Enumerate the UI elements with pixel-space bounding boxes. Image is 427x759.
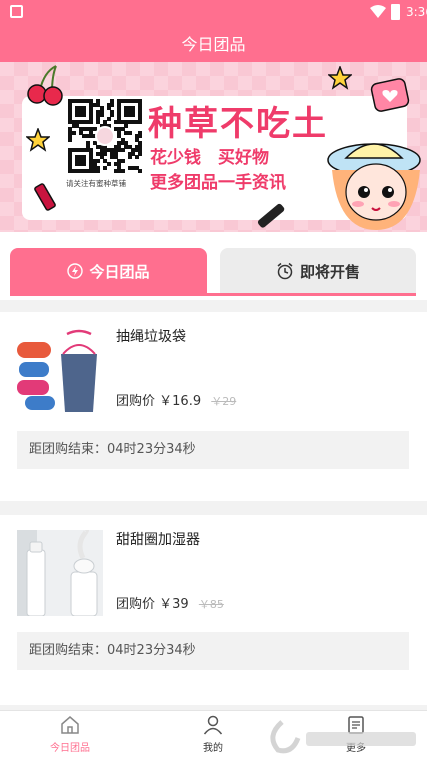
page-title: 今日团品	[181, 35, 246, 54]
product-name[interactable]: 甜甜圈加湿器	[116, 529, 200, 549]
alarm-clock-icon	[277, 262, 293, 280]
tab-today-label: 今日团品	[89, 262, 150, 281]
qr-module	[82, 113, 87, 118]
battery-icon	[391, 4, 400, 20]
product-card[interactable]: 甜甜圈加湿器 团购价 ￥39 ￥85 距团购结束：04时23分34秒	[0, 515, 427, 705]
wifi-icon	[370, 5, 386, 18]
product-image-garbage-bags[interactable]	[17, 328, 103, 414]
qr-module	[106, 116, 111, 121]
girl-character-illustration	[327, 143, 421, 230]
lipstick-icon	[34, 183, 56, 211]
banner-tagline-2: 更多团品一手资讯	[150, 173, 286, 193]
product-name[interactable]: 抽绳垃圾袋	[116, 326, 186, 346]
qr-module	[138, 120, 143, 125]
price-row: 团购价 ￥39 ￥85	[116, 593, 224, 612]
nav-label-today: 今日团品	[50, 743, 90, 754]
status-time: 3:36	[406, 5, 427, 19]
qr-module	[96, 169, 101, 174]
original-price: ￥85	[198, 598, 224, 611]
qr-module	[103, 165, 108, 170]
status-bar: 3:36	[0, 0, 427, 24]
home-icon	[61, 716, 79, 734]
qr-code-image	[68, 99, 143, 174]
nav-item-me[interactable]: 我的	[183, 715, 243, 754]
qr-module	[68, 137, 72, 142]
qr-module	[89, 120, 94, 125]
qr-module	[138, 169, 143, 174]
nav-item-today[interactable]: 今日团品	[40, 715, 100, 754]
lightning-icon	[67, 263, 84, 279]
qr-module	[131, 113, 136, 118]
qr-module	[96, 158, 101, 163]
qr-module	[127, 130, 132, 135]
price-row: 团购价 ￥16.9 ￥29	[116, 390, 236, 409]
qr-module	[120, 169, 125, 174]
qr-module	[110, 113, 115, 118]
tab-upcoming[interactable]: 即将开售	[220, 248, 416, 294]
qr-module	[120, 148, 125, 153]
qr-module	[71, 130, 76, 135]
qr-logo-avatar	[95, 126, 115, 146]
original-price: ￥29	[211, 395, 237, 408]
countdown-timer: 距团购结束：04时23分34秒	[17, 632, 409, 670]
qr-module	[127, 155, 132, 160]
mascara-icon	[257, 203, 285, 228]
group-price: ￥16.9	[159, 394, 202, 409]
banner-tagline-1: 花少钱 买好物	[150, 148, 269, 168]
star-icon	[328, 66, 352, 90]
qr-module	[103, 151, 108, 156]
qr-module	[106, 162, 111, 167]
tab-upcoming-label: 即将开售	[299, 262, 360, 281]
heart-bubble-icon	[370, 78, 410, 112]
notification-icon	[10, 5, 23, 18]
tab-underline	[10, 293, 416, 296]
star-icon	[26, 128, 50, 152]
cherry-icon	[27, 65, 63, 106]
countdown-timer: 距团购结束：04时23分34秒	[17, 431, 409, 469]
tab-today[interactable]: 今日团品	[10, 248, 207, 294]
nav-label-me: 我的	[203, 743, 223, 754]
qr-caption: 请关注有蜜种草铺	[66, 179, 126, 188]
qr-module	[124, 123, 129, 128]
user-icon	[203, 715, 223, 735]
price-label: 团购价	[116, 597, 156, 612]
qr-module	[138, 134, 143, 139]
qr-module	[134, 155, 139, 160]
product-image-humidifier[interactable]	[17, 530, 103, 616]
qr-module	[82, 162, 87, 167]
banner-headline: 种草不吃土	[148, 104, 328, 144]
product-card[interactable]: 抽绳垃圾袋 团购价 ￥16.9 ￥29 距团购结束：04时23分34秒	[0, 312, 427, 501]
group-price: ￥39	[159, 597, 189, 612]
price-label: 团购价	[116, 394, 156, 409]
qr-module	[120, 158, 125, 163]
qr-module	[110, 102, 115, 107]
qr-module	[99, 113, 104, 118]
qr-module	[138, 151, 143, 156]
app-header: 3:36 今日团品	[0, 0, 427, 62]
watermark-logo	[270, 720, 416, 754]
